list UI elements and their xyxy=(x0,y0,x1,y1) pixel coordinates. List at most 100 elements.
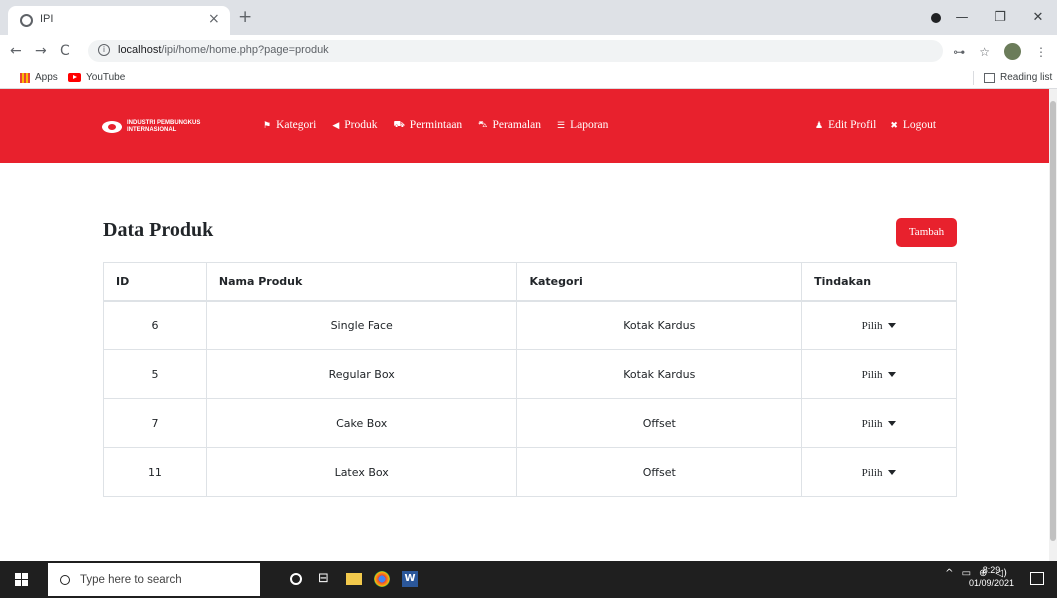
column-header-name: Nama Produk xyxy=(205,262,518,302)
reading-list-button[interactable]: Reading list xyxy=(984,72,1052,83)
truck-icon: ⛟ xyxy=(393,119,405,129)
cell-id: 6 xyxy=(103,300,207,350)
column-header-id: ID xyxy=(103,262,207,302)
cell-category: Kotak Kardus xyxy=(516,300,803,350)
star-icon[interactable]: ☆ xyxy=(979,45,990,59)
back-icon[interactable]: ← xyxy=(10,43,22,59)
cell-category: Offset xyxy=(516,447,803,497)
search-icon xyxy=(60,574,70,585)
cell-category: Kotak Kardus xyxy=(516,349,803,399)
nav-laporan[interactable]: ☰ Laporan xyxy=(557,119,608,131)
divider xyxy=(973,71,974,85)
avatar[interactable] xyxy=(1004,43,1021,60)
add-product-button[interactable]: Tambah xyxy=(896,218,957,247)
menu-kebab-icon[interactable]: ⋮ xyxy=(1035,45,1047,59)
pilih-dropdown[interactable]: Pilih xyxy=(862,467,897,479)
table-row: 7 Cake Box Offset Pilih xyxy=(103,398,957,448)
pilih-dropdown[interactable]: Pilih xyxy=(862,369,897,381)
cell-action: Pilih xyxy=(801,300,957,350)
cell-name: Cake Box xyxy=(205,398,518,448)
reload-icon[interactable]: C xyxy=(60,43,70,59)
window-controls: — ❐ ✕ xyxy=(943,0,1057,35)
pilih-dropdown[interactable]: Pilih xyxy=(862,418,897,430)
caret-down-icon xyxy=(888,323,897,329)
cell-name: Single Face xyxy=(205,300,518,350)
url-field[interactable]: i localhost/ipi/home/home.php?page=produ… xyxy=(88,40,943,62)
nav-kategori[interactable]: ⚑ Kategori xyxy=(263,119,316,131)
profile-indicator-icon[interactable] xyxy=(931,13,941,23)
page-scrollbar[interactable] xyxy=(1049,89,1057,561)
site-navbar: INDUSTRI PEMBUNGKUS INTERNASIONAL ⚑ Kateg… xyxy=(0,89,1049,163)
notification-icon[interactable] xyxy=(1030,572,1044,585)
cell-id: 5 xyxy=(103,349,207,399)
word-icon[interactable]: W xyxy=(402,571,418,587)
minimize-icon[interactable]: — xyxy=(943,10,981,25)
bookmark-apps[interactable]: Apps xyxy=(20,72,58,83)
forward-icon[interactable]: → xyxy=(35,43,47,59)
chevron-up-icon[interactable]: ^ xyxy=(945,568,953,579)
cell-id: 7 xyxy=(103,398,207,448)
pilih-dropdown[interactable]: Pilih xyxy=(862,320,897,332)
bookmarks-bar: Apps YouTube Reading list xyxy=(0,67,1057,89)
caret-down-icon xyxy=(888,421,897,426)
new-tab-icon[interactable]: + xyxy=(238,7,252,27)
taskbar-search-input[interactable]: Type here to search xyxy=(48,563,260,596)
browser-tab[interactable]: IPI × xyxy=(8,6,230,35)
table-header-row: ID Nama Produk Kategori Tindakan xyxy=(103,262,957,302)
browser-tab-bar: IPI × + — ❐ ✕ xyxy=(0,0,1057,35)
search-placeholder: Type here to search xyxy=(80,573,182,586)
caret-down-icon xyxy=(888,372,897,377)
cortana-icon[interactable] xyxy=(290,573,302,585)
youtube-icon xyxy=(68,73,81,82)
apps-grid-icon xyxy=(20,72,30,83)
company-logo-icon xyxy=(102,121,122,133)
main-nav: ⚑ Kategori ◀ Produk ⛟ Permintaan ⛍ Peramalan… xyxy=(263,119,608,131)
page-title: Data Produk xyxy=(103,219,214,241)
nav-permintaan[interactable]: ⛟ Permintaan xyxy=(393,119,462,131)
scrollbar-thumb[interactable] xyxy=(1050,101,1056,541)
times-icon: ✖ xyxy=(890,119,898,130)
windows-taskbar: Type here to search ⊟ W ^ ▭ ⊕ ◁) 8:29 01… xyxy=(0,561,1057,598)
nav-produk[interactable]: ◀ Produk xyxy=(332,119,377,131)
cell-name: Regular Box xyxy=(205,349,518,399)
nav-peramalan[interactable]: ⛍ Peramalan xyxy=(478,119,541,131)
user-nav: ♟ Edit Profil ✖ Logout xyxy=(815,119,936,131)
key-icon[interactable]: ⊶ xyxy=(953,45,965,59)
reading-list-icon xyxy=(984,72,995,83)
cell-action: Pilih xyxy=(801,349,957,399)
bookmark-youtube[interactable]: YouTube xyxy=(68,72,125,83)
list-icon: ☰ xyxy=(557,119,566,130)
product-table: ID Nama Produk Kategori Tindakan 6 Singl… xyxy=(103,262,957,497)
cell-name: Latex Box xyxy=(205,447,518,497)
table-row: 5 Regular Box Kotak Kardus Pilih xyxy=(103,349,957,399)
cart-icon: ⛍ xyxy=(478,119,488,129)
chrome-icon[interactable] xyxy=(374,571,390,587)
globe-icon xyxy=(20,14,33,27)
caret-down-icon xyxy=(888,470,897,475)
restore-icon[interactable]: ❐ xyxy=(981,10,1019,25)
taskbar-clock[interactable]: 8:29 01/09/2021 xyxy=(969,564,1014,590)
cell-action: Pilih xyxy=(801,398,957,448)
column-header-action: Tindakan xyxy=(801,262,957,302)
file-explorer-icon[interactable] xyxy=(346,573,362,585)
nav-logout[interactable]: ✖ Logout xyxy=(890,119,936,131)
address-bar: ← → C i localhost/ipi/home/home.php?page… xyxy=(0,35,1057,67)
windows-start-icon[interactable] xyxy=(15,573,28,586)
url-path: /ipi/home/home.php?page=produk xyxy=(161,44,329,56)
user-icon: ♟ xyxy=(815,119,824,130)
task-view-icon[interactable]: ⊟ xyxy=(318,571,334,587)
close-window-icon[interactable]: ✕ xyxy=(1019,10,1057,25)
bullhorn-icon: ◀ xyxy=(332,119,340,130)
table-row: 11 Latex Box Offset Pilih xyxy=(103,447,957,497)
brand-logo[interactable]: INDUSTRI PEMBUNGKUS INTERNASIONAL xyxy=(102,120,200,134)
close-tab-icon[interactable]: × xyxy=(208,11,220,27)
cell-category: Offset xyxy=(516,398,803,448)
column-header-category: Kategori xyxy=(516,262,803,302)
url-host: localhost xyxy=(118,44,162,56)
page-viewport: INDUSTRI PEMBUNGKUS INTERNASIONAL ⚑ Kateg… xyxy=(0,89,1049,561)
info-icon[interactable]: i xyxy=(98,44,110,56)
cell-action: Pilih xyxy=(801,447,957,497)
tab-title: IPI xyxy=(40,13,54,25)
cell-id: 11 xyxy=(103,447,207,497)
nav-edit-profil[interactable]: ♟ Edit Profil xyxy=(815,119,876,131)
